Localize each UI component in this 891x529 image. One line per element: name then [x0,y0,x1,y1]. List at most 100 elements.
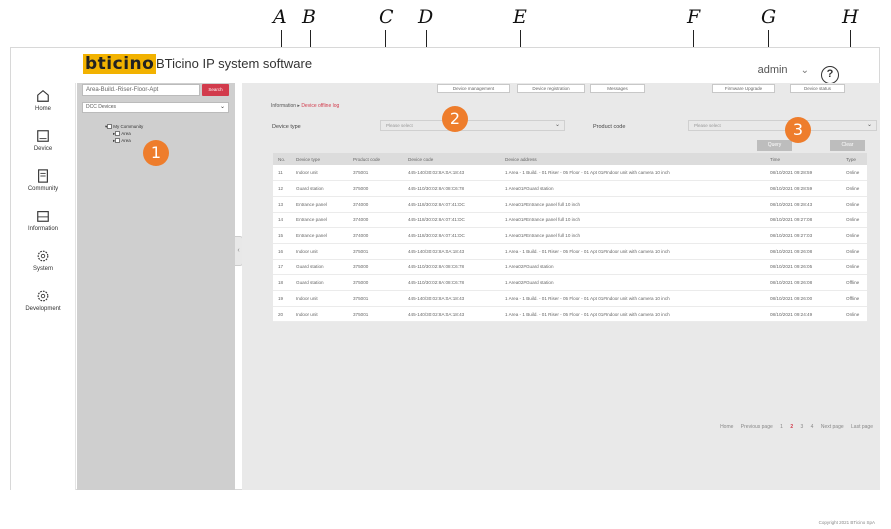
nav-item-information[interactable]: Information [11,203,75,243]
main-nav: Home Device Community Information System… [11,83,76,490]
product-code-select[interactable]: Please select ⌄ [688,120,877,131]
cell-type: Online [841,180,867,197]
pager-page-3[interactable]: 3 [801,424,804,430]
pager-next[interactable]: Next page [821,424,844,430]
nav-item-development[interactable]: Development [11,283,75,323]
tree-node-area[interactable]: ▸ Area [113,131,131,137]
cell-product-code: 374000 [348,196,403,213]
checkbox[interactable] [107,124,113,130]
cell-device-type: Indoor unit [291,243,348,260]
messages-button[interactable]: Messages [590,84,645,93]
chevron-down-icon: ⌄ [800,65,809,76]
cell-device-type: Guard station [291,259,348,276]
device-registration-button[interactable]: Device registration [517,84,585,93]
column-header-no: No. [273,153,291,165]
callout-letter-f: F [687,6,701,28]
cell-device-address: 1 Area02#Guard station [500,274,765,291]
tree-search-button[interactable]: Search [202,84,229,96]
help-button[interactable]: ? [821,66,839,84]
cell-product-code: 374000 [348,212,403,229]
pager-page-4[interactable]: 4 [811,424,814,430]
cell-time: 08/10/2021 09:26:00 [765,290,841,307]
pager-home[interactable]: Home [720,424,733,430]
device-log-table: No. Device type Product code Device code… [273,153,867,323]
nav-item-community[interactable]: Community [11,163,75,203]
cell-device-code: 445-118/30:02:8A:07:41:DC [403,227,500,244]
breadcrumb-parent[interactable]: Information [271,103,296,109]
cell-type: Online [841,196,867,213]
column-header-type: Type [841,153,867,165]
cell-no: 17 [273,259,291,276]
table-row[interactable]: 14 Entrance panel 374000 445-118/30:02:8A:0… [273,212,867,229]
firmware-upgrade-button[interactable]: Firmware Upgrade [712,84,775,93]
table-row[interactable]: 13 Entrance panel 374000 445-118/30:02:8A:0… [273,196,867,213]
cell-no: 15 [273,227,291,244]
device-filter-select[interactable]: DCC Devices ⌄ [82,102,229,113]
cell-no: 20 [273,306,291,323]
callout-letter-h: H [842,6,859,28]
chevron-down-icon: ⌄ [554,122,560,128]
cell-product-code: 375000 [348,274,403,291]
query-button[interactable]: Query [757,140,792,151]
device-status-button[interactable]: Device status [790,84,845,93]
nav-item-label: Home [34,106,51,112]
cell-device-code: 445-110/30:02:8A:08:C6:78 [403,259,500,276]
community-icon [38,169,48,183]
table-row[interactable]: 15 Entrance panel 374000 445-118/30:02:8A:0… [273,227,867,244]
nav-item-system[interactable]: System [11,243,75,283]
cell-device-address: 1 Area01#Guard station [500,180,765,197]
table-row[interactable]: 17 Guard station 375000 445-110/30:02:8A:08… [273,259,867,276]
callout-letter-e: E [513,6,527,28]
cell-device-type: Indoor unit [291,165,348,182]
cell-device-code: 445-118/30:02:8A:07:41:DC [403,196,500,213]
column-header-device-type: Device type [291,153,348,165]
cell-type: Online [841,306,867,323]
table-row[interactable]: 18 Guard station 375000 445-110/30:02:8A:08… [273,274,867,291]
table-row[interactable]: 19 Indoor unit 375001 445-140/30:02:8A:0A:1… [273,290,867,307]
cell-type: Offline [841,290,867,307]
copyright-text: Copyright 2021 BTicino SpA [818,520,875,525]
breadcrumb-current: Device offline log [301,103,340,109]
pager-page-2[interactable]: 2 [790,424,793,430]
tree-node-area[interactable]: ▸ Area [113,138,131,144]
cell-time: 08/10/2021 09:28:59 [765,165,841,182]
tree-node-root[interactable]: ▾ My Community [105,124,143,130]
pagination: Home Previous page 1 2 3 4 Next page Las… [714,424,873,430]
checkbox[interactable] [115,138,121,144]
cell-device-type: Guard station [291,274,348,291]
table-row[interactable]: 11 Indoor unit 375001 445-140/30:02:8A:0A:1… [273,165,867,182]
pager-page-1[interactable]: 1 [780,424,783,430]
cell-type: Online [841,243,867,260]
user-menu[interactable]: admin ⌄ [758,64,809,76]
callout-letter-c: C [379,6,394,28]
chevron-down-icon: ⌄ [219,104,225,110]
cell-time: 08/10/2021 09:26:05 [765,259,841,276]
table-row[interactable]: 16 Indoor unit 375001 445-140/30:02:8A:0A:1… [273,243,867,260]
device-management-button[interactable]: Device management [437,84,510,93]
clear-button[interactable]: Clear [830,140,865,151]
cell-product-code: 375000 [348,180,403,197]
cell-product-code: 375001 [348,306,403,323]
nav-item-label: Development [25,306,61,312]
checkbox[interactable] [115,131,121,137]
cell-no: 19 [273,290,291,307]
pager-last[interactable]: Last page [851,424,873,430]
breadcrumb: Information ▸ Device offline log [271,103,339,109]
table-row[interactable]: 20 Indoor unit 375001 445-140/30:02:8A:0A:1… [273,306,867,323]
app-header: bticino BTicino IP system software admin… [11,48,879,84]
information-icon [37,211,49,222]
cell-no: 16 [273,243,291,260]
cell-device-code: 445-118/30:02:8A:07:41:DC [403,212,500,229]
tree-search-input[interactable]: Area-Build.-Riser-Floor-Apt [82,84,200,96]
nav-item-device[interactable]: Device [11,123,75,163]
nav-item-home[interactable]: Home [11,83,75,123]
cell-device-code: 445-110/30:02:8A:08:C6:78 [403,274,500,291]
pager-previous[interactable]: Previous page [741,424,773,430]
device-type-placeholder: Please select [386,123,413,128]
cell-device-code: 445-110/30:02:8A:08:C6:78 [403,180,500,197]
device-type-select[interactable]: Please select ⌄ [380,120,565,131]
cell-device-address: 1 Area02#Guard station [500,259,765,276]
nav-item-label: System [32,266,53,272]
table-row[interactable]: 12 Guard station 375000 445-110/30:02:8A:08… [273,180,867,197]
cell-product-code: 375001 [348,243,403,260]
